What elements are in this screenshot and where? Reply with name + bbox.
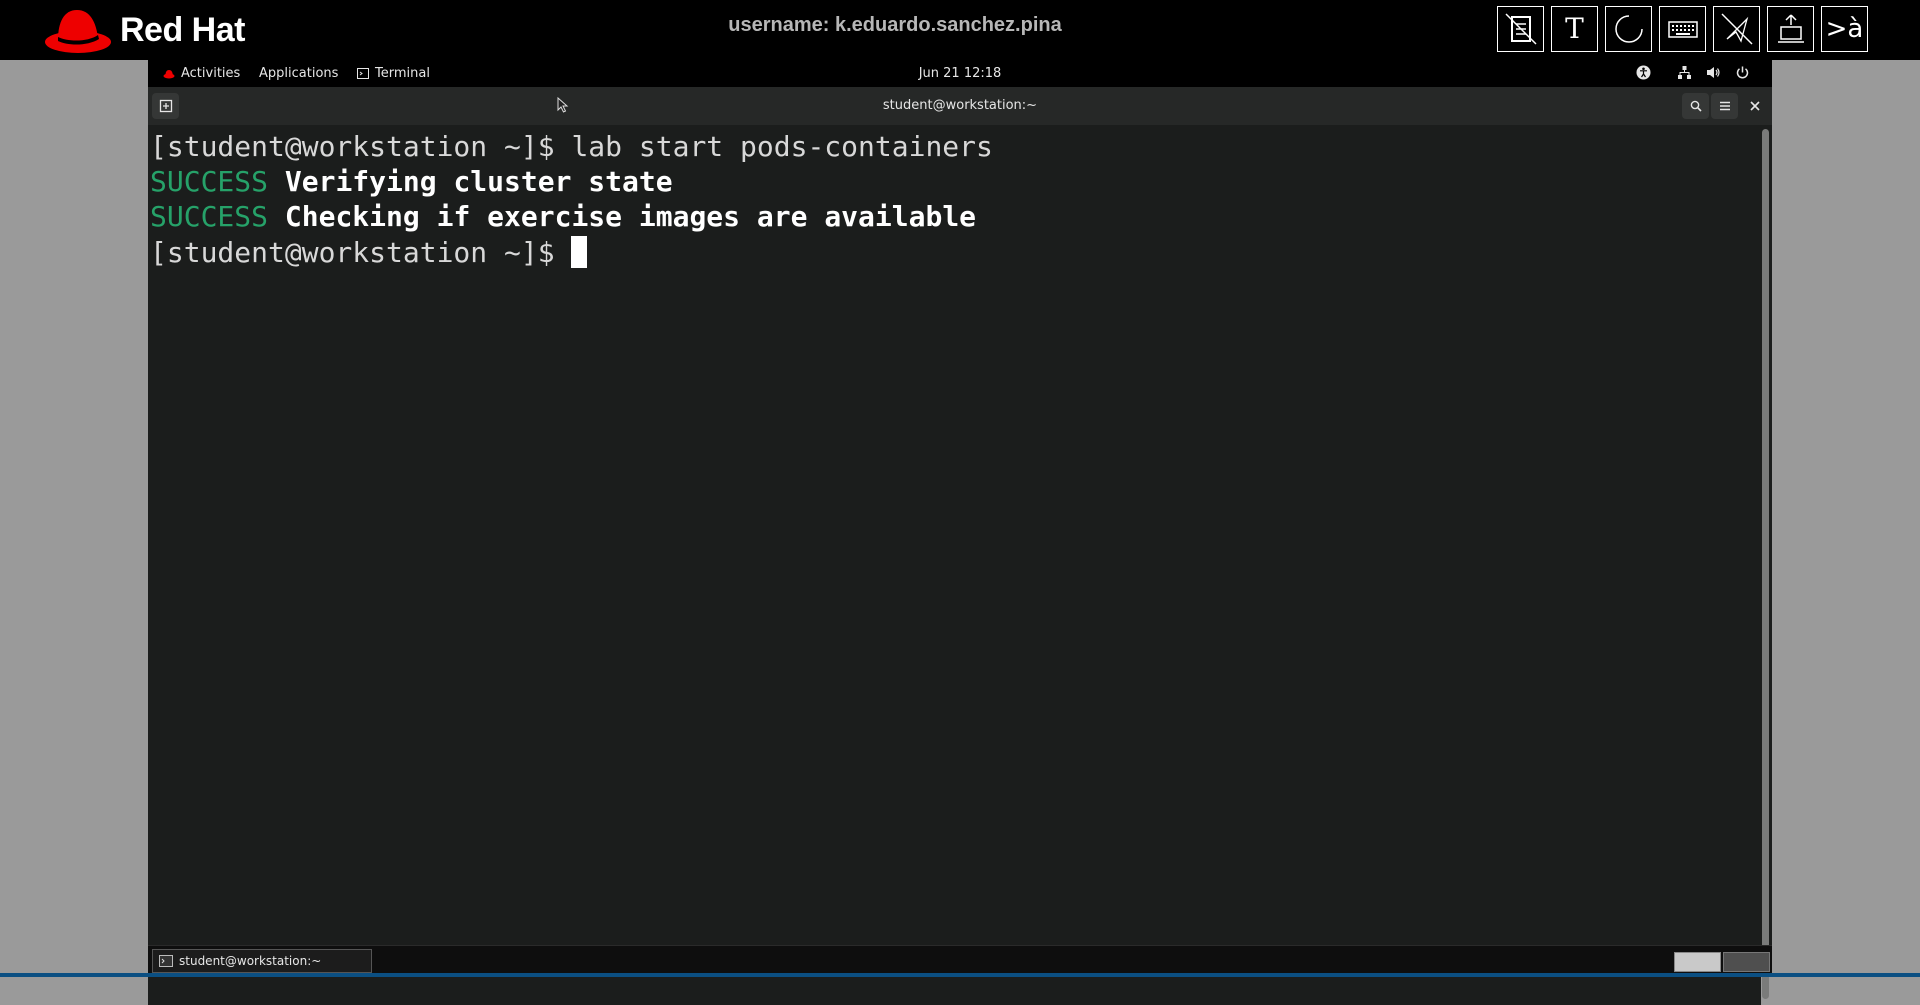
terminal-line: [student@workstation ~]$ [150,236,588,270]
keyboard-button[interactable] [1659,6,1706,52]
scrollbar-thumb[interactable] [1762,129,1769,999]
applications-label: Applications [259,66,339,81]
text-cursor [571,236,588,268]
text-input-button[interactable]: T [1551,6,1598,52]
terminal-app-label: Terminal [375,66,430,81]
red-hat-logo: Red Hat [44,4,245,56]
activities-label: Activities [181,66,241,81]
send-disabled-button[interactable] [1713,6,1760,52]
terminal-small-icon [357,68,369,79]
upload-button[interactable] [1767,6,1814,52]
send-disabled-icon [1720,13,1753,45]
hamburger-menu-icon [1719,101,1730,111]
terminal-close-button[interactable] [1741,93,1768,119]
clipboard-disabled-icon [1504,13,1537,45]
activities-button[interactable]: Activities [163,66,240,81]
shell-command: lab start pods-containers [571,130,993,163]
system-tray[interactable] [1636,65,1750,80]
terminal-line: SUCCESS Checking if exercise images are … [150,200,976,234]
terminal-output[interactable]: [student@workstation ~]$ lab start pods-… [148,125,1761,1005]
workspace-2[interactable] [1723,952,1770,972]
terminal-menu-button[interactable] [1711,93,1738,119]
success-status: SUCCESS [150,200,269,233]
bottom-strip [0,973,1920,977]
volume-icon[interactable] [1706,65,1721,80]
workspace-1[interactable] [1674,952,1721,972]
red-hat-fedora-icon [45,10,111,53]
applications-menu[interactable]: Applications [259,66,338,81]
remote-toolbar: T >à [1497,6,1868,52]
clipboard-disabled-button[interactable] [1497,6,1544,52]
shell-prompt: [student@workstation ~]$ [150,236,572,269]
taskbar-window-terminal[interactable]: student@workstation:~ [152,949,372,973]
gnome-top-bar: Activities Applications Terminal Jun 21 … [148,60,1772,87]
logo-text: Red Hat [120,10,245,49]
terminal-header-bar: student@workstation:~ [148,87,1772,125]
close-icon [1749,101,1760,111]
status-message: Checking if exercise images are availabl… [284,200,977,233]
window-list-bar: student@workstation:~ [148,945,1772,976]
new-tab-button[interactable] [152,93,179,119]
terminal-window-title: student@workstation:~ [882,98,1038,113]
terminal-line: SUCCESS Verifying cluster state [150,165,673,199]
shell-prompt: [student@workstation ~]$ [150,130,572,163]
refresh-icon [1614,15,1643,43]
language-icon: >à [1825,14,1864,44]
power-icon[interactable] [1735,65,1750,80]
accessibility-icon[interactable] [1636,65,1651,80]
terminal-app-menu[interactable]: Terminal [357,66,430,81]
taskbar-window-label: student@workstation:~ [179,954,322,968]
search-icon [1690,100,1702,112]
keyboard-icon [1667,21,1698,38]
terminal-line: [student@workstation ~]$ lab start pods-… [150,130,993,164]
language-button[interactable]: >à [1821,6,1868,52]
refresh-button[interactable] [1605,6,1652,52]
text-icon: T [1565,12,1584,45]
terminal-window-icon [159,955,173,967]
remote-access-bar: Red Hat username: k.eduardo.sanchez.pina… [0,0,1920,60]
mouse-pointer-icon [557,97,569,113]
remote-desktop[interactable]: Activities Applications Terminal Jun 21 … [148,60,1772,1005]
clock-menu[interactable]: Jun 21 12:18 [919,66,1002,81]
network-wired-icon[interactable] [1677,65,1692,80]
success-status: SUCCESS [150,165,269,198]
terminal-scrollbar[interactable] [1761,125,1770,1005]
terminal-search-button[interactable] [1682,93,1709,119]
status-message: Verifying cluster state [284,165,673,198]
upload-icon [1777,14,1804,43]
red-hat-small-icon [163,69,175,78]
username-label: username: k.eduardo.sanchez.pina [728,14,1062,36]
new-tab-icon [159,99,172,113]
